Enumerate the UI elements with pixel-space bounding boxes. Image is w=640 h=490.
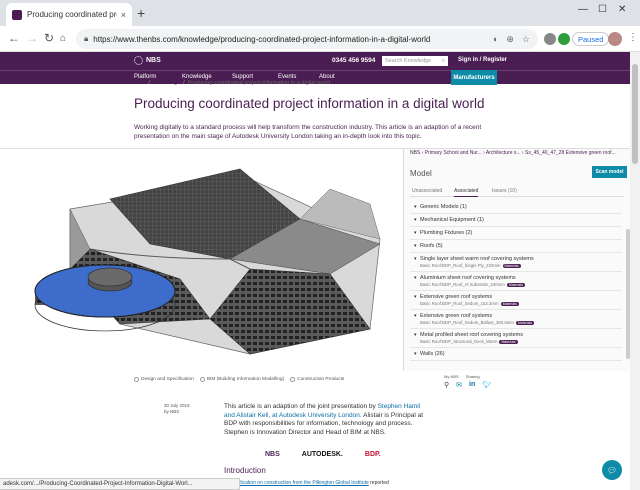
address-bar[interactable]: 🔒︎ https://www.thenbs.com/knowledge/prod…	[76, 29, 538, 49]
search-icon[interactable]: ⌕	[442, 58, 445, 64]
list-item[interactable]: ▾ Plumbing Fixtures (2)	[410, 227, 622, 240]
article-tags: Design and Specification BIM (Building I…	[134, 377, 344, 382]
status-bar-url: adesk.com/.../Producing-Coordinated-Proj…	[0, 478, 240, 490]
lock-icon: 🔒︎	[84, 34, 89, 43]
back-icon[interactable]: ←	[8, 31, 20, 45]
materials-badge[interactable]: Materials	[506, 283, 525, 287]
list-item[interactable]: ▾ Single layer sheet warm roof covering s…	[410, 253, 622, 272]
tab-associated[interactable]: Associated	[454, 188, 479, 197]
menu-icon[interactable]: ⋮	[628, 32, 638, 43]
list-item[interactable]: ▾ Roofs (5)	[410, 240, 622, 253]
paused-button[interactable]: Paused	[572, 32, 610, 46]
breadcrumb: NBS / Knowledge / Producing coordinated proj…	[134, 80, 331, 86]
model-panel: NBS › Primary School and Nur... › Archit…	[403, 149, 630, 371]
materials-badge[interactable]: Materials	[515, 321, 535, 325]
list-item[interactable]: ▾ Extensive green roof systems Basic Roof:…	[410, 291, 622, 310]
sharing-label: Sharing	[465, 374, 480, 379]
pilkington-link[interactable]: publication on construction from the Pil…	[232, 480, 369, 486]
viewer-breadcrumb[interactable]: NBS › Primary School and Nur... › Archit…	[410, 150, 630, 156]
reload-icon[interactable]: ↻	[44, 31, 54, 45]
nbs-logo[interactable]: NBS	[134, 56, 161, 65]
maximize-icon[interactable]: ☐	[598, 4, 607, 15]
materials-badge[interactable]: Materials	[502, 264, 521, 268]
bookmark-star-icon[interactable]: ☆	[522, 34, 530, 45]
extension-icon[interactable]: ◐	[493, 34, 498, 44]
my-nbs-label: My NBS	[444, 374, 459, 379]
tab-title: Producing coordinated project in	[27, 10, 117, 19]
close-tab-icon[interactable]: ×	[121, 10, 126, 20]
section-heading-introduction: Introduction	[224, 466, 266, 475]
url-text: https://www.thenbs.com/knowledge/produci…	[93, 34, 431, 44]
browser-toolbar: ← → ↻ ⌂ 🔒︎ https://www.thenbs.com/knowle…	[0, 26, 640, 52]
extension-circle-icon[interactable]	[544, 33, 556, 45]
page-title: Producing coordinated project informatio…	[134, 96, 485, 111]
bdp-logo: BDP.	[364, 451, 381, 458]
extension-green-icon[interactable]	[558, 33, 570, 45]
article-body: This article is an adaption of the joint…	[224, 403, 424, 436]
chat-icon: 💬︎	[606, 465, 618, 475]
nbs-partner-logo: NBS	[265, 451, 280, 458]
manufacturers-button[interactable]: Manufacturers	[451, 70, 497, 85]
building-model-render	[34, 168, 381, 355]
save-bookmark-icon[interactable]: ⚲	[444, 381, 449, 389]
article-author: by NBS	[164, 409, 180, 414]
site-top-bar: NBS 0345 456 9594 Search Knowledge ⌕ Sig…	[0, 52, 630, 70]
search-placeholder: Search Knowledge	[385, 58, 432, 64]
tab-unassociated[interactable]: Unassociated	[412, 188, 442, 194]
nbs-logo-icon	[134, 56, 143, 65]
tab-strip: Producing coordinated project in × + — ☐…	[0, 0, 640, 26]
materials-badge[interactable]: Materials	[500, 302, 519, 306]
zoom-icon[interactable]: ⊕	[506, 34, 514, 45]
breadcrumb-knowledge[interactable]: Knowledge	[153, 80, 180, 86]
chat-button[interactable]: 💬︎	[602, 460, 622, 480]
twitter-icon[interactable]: 🐦︎	[482, 381, 491, 389]
search-input[interactable]: Search Knowledge ⌕	[382, 56, 448, 66]
list-item[interactable]: ▾ Aluminium sheet roof covering systems Ba…	[410, 272, 622, 291]
scan-model-button[interactable]: Scan model	[592, 166, 627, 178]
model-title: Model	[410, 169, 432, 178]
page-scrollbar[interactable]	[630, 52, 640, 490]
phone-number[interactable]: 0345 456 9594	[332, 57, 375, 64]
building-model-canvas[interactable]	[0, 149, 403, 371]
article-meta: 30 July 2019 by NBS	[164, 403, 190, 415]
model-tabs: Unassociated Associated Issues (10)	[410, 187, 624, 197]
tag-construction-products[interactable]: Construction Products	[290, 377, 344, 382]
tag-icon	[290, 377, 296, 382]
list-item[interactable]: ▾ Generic Models (1)	[410, 201, 622, 214]
article-body-continued: publication on construction from the Pil…	[232, 480, 389, 486]
nbs-favicon-icon	[12, 9, 22, 20]
tab-issues[interactable]: Issues (10)	[492, 188, 517, 194]
list-item[interactable]: ▾ Metal profiled sheet roof covering syst…	[410, 329, 622, 348]
new-tab-button[interactable]: +	[137, 5, 145, 21]
breadcrumb-nbs[interactable]: NBS	[134, 80, 145, 86]
close-window-icon[interactable]: ✕	[618, 4, 626, 15]
partner-logos: NBS AUTODESK. BDP.	[265, 451, 381, 458]
model-element-list: ▾ Generic Models (1) ▾ Mechanical Equipmen…	[410, 201, 622, 371]
logo-text: NBS	[146, 57, 161, 64]
tag-bim[interactable]: BIM (Building Information Modelling)	[199, 377, 284, 382]
list-item[interactable]: ▾ Extensive green roof systems Basic Roof:…	[410, 310, 622, 329]
tag-design-spec[interactable]: Design and Specification	[134, 377, 194, 382]
list-item[interactable]: ▾ Walls (26)	[410, 348, 622, 361]
materials-badge[interactable]: Materials	[499, 340, 518, 344]
list-item[interactable]: ▾ Mechanical Equipment (1)	[410, 214, 622, 227]
linkedin-icon[interactable]: in	[469, 381, 475, 389]
browser-tab[interactable]: Producing coordinated project in ×	[6, 3, 132, 26]
minimize-icon[interactable]: —	[578, 4, 588, 15]
home-icon[interactable]: ⌂	[60, 33, 66, 44]
forward-icon[interactable]: →	[26, 31, 38, 45]
page-scrollbar-thumb[interactable]	[632, 64, 638, 164]
breadcrumb-current: Producing coordinated project informatio…	[187, 80, 331, 86]
tag-icon	[134, 377, 139, 382]
autodesk-logo: AUTODESK.	[301, 451, 343, 458]
email-icon[interactable]: ✉	[456, 381, 462, 389]
article-intro: Working digitally to a standard process …	[134, 124, 482, 140]
model-viewer: NBS › Primary School and Nur... › Archit…	[0, 148, 630, 371]
tag-icon	[199, 377, 205, 382]
share-bar: My NBS Sharing ⚲ ✉ in 🐦︎	[444, 374, 491, 389]
signin-link[interactable]: Sign in / Register	[458, 57, 507, 63]
profile-avatar[interactable]	[608, 32, 622, 46]
